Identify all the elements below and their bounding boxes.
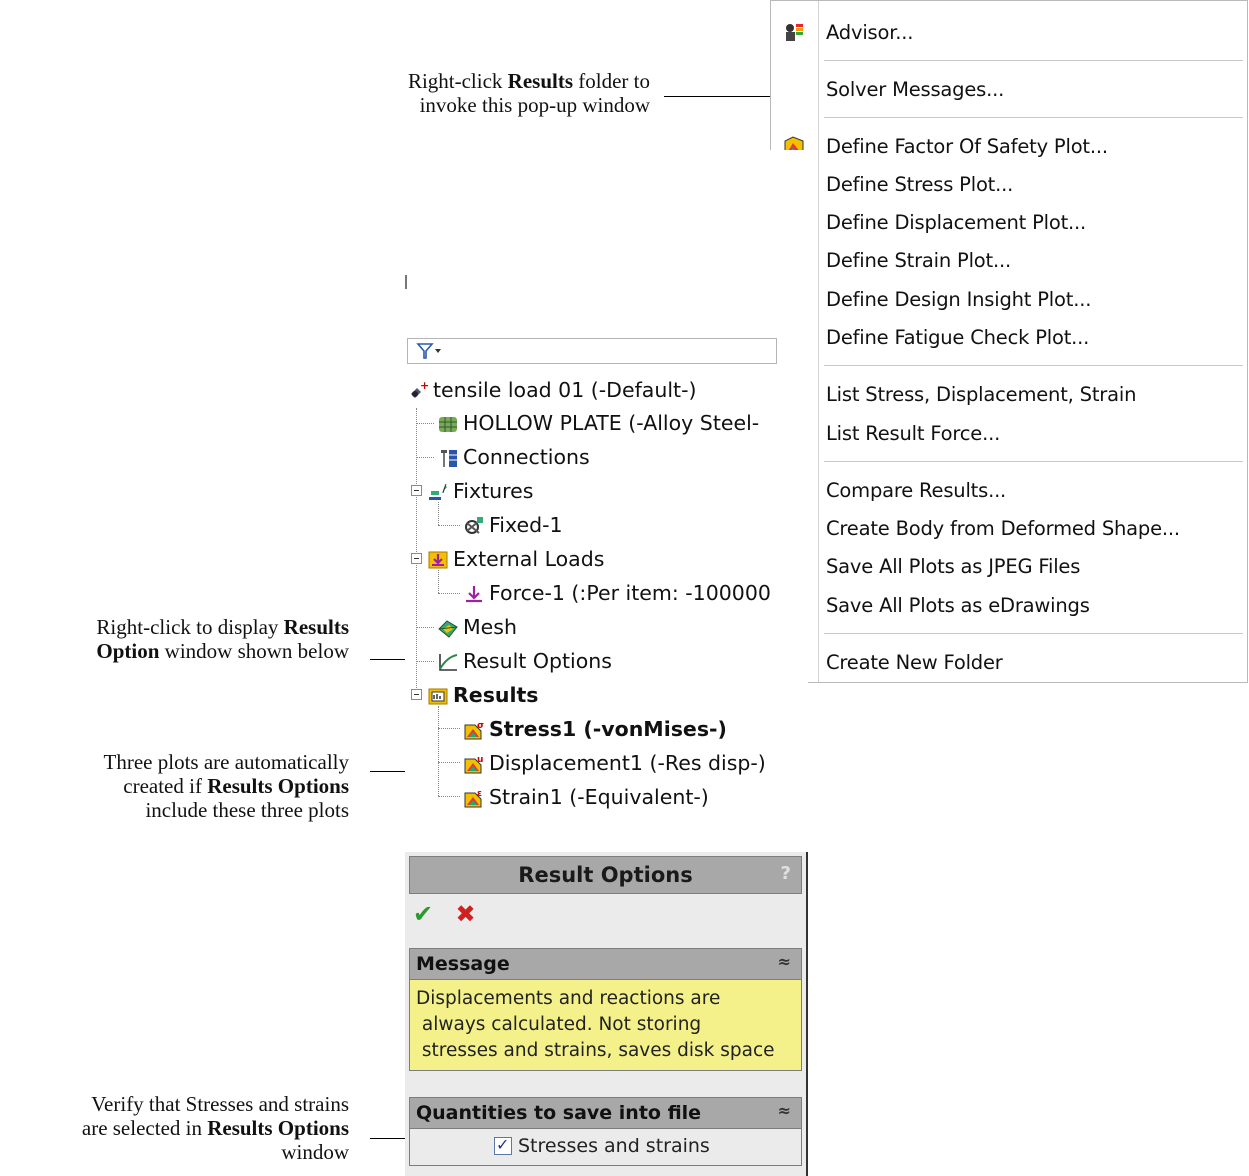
svg-text:σ: σ: [477, 721, 484, 731]
message-group: Message ≈ Displacements and reactions ar…: [409, 948, 802, 1071]
menu-item-create-body-from-deformed-shape[interactable]: Create Body from Deformed Shape...: [771, 509, 1247, 547]
menu-item-define-design-insight-plot[interactable]: Define Design Insight Plot...: [771, 280, 1247, 318]
tree-connector: [416, 627, 434, 628]
confirm-cancel-bar: ✔ ✖: [413, 900, 476, 928]
collapse-external-loads-toggle[interactable]: [411, 553, 422, 564]
collapse-results-toggle[interactable]: [411, 689, 422, 700]
fixtures-icon: [429, 483, 447, 500]
menu-separator: [824, 461, 1243, 462]
results-context-menu: Advisor... Solver Messages... Define Fac…: [770, 0, 1248, 683]
menu-item-define-fatigue-check-plot[interactable]: Define Fatigue Check Plot...: [771, 318, 1247, 356]
annotation-verify-stresses: Verify that Stresses and strains are sel…: [81, 1092, 349, 1164]
strain-plot-icon: ε: [464, 789, 482, 808]
menu-item-solver-messages[interactable]: Solver Messages...: [771, 70, 1247, 108]
stresses-strains-row: Stresses and strains: [410, 1129, 801, 1165]
annotation-leader-3: [370, 771, 410, 772]
force-icon: [466, 586, 482, 603]
filter-icon[interactable]: [416, 342, 444, 360]
menu-item-advisor[interactable]: Advisor...: [771, 13, 1247, 51]
tree-connector: [438, 570, 439, 593]
collapse-fixtures-toggle[interactable]: [411, 485, 422, 496]
tree-connector: [438, 706, 439, 796]
part-icon: [439, 417, 457, 432]
annotation-results-popup: Right-click Results folder to invoke thi…: [407, 69, 650, 117]
menu-item-list-result-force[interactable]: List Result Force...: [771, 414, 1247, 452]
tree-filter-bar[interactable]: [407, 338, 777, 364]
help-icon[interactable]: ?: [781, 863, 791, 884]
ok-check-icon[interactable]: ✔: [413, 900, 433, 928]
stress-plot-icon: σ: [464, 721, 484, 740]
cancel-x-icon[interactable]: ✖: [455, 900, 475, 928]
tree-connector: [438, 502, 439, 525]
menu-item-list-stress-displacement-strain[interactable]: List Stress, Displacement, Strain: [771, 375, 1247, 413]
svg-text:+: +: [420, 380, 429, 392]
simulation-tree-panel: + tensile load 01 (-Default-) HOLLOW PLA…: [405, 150, 808, 818]
results-folder-icon: [428, 688, 448, 705]
menu-item-define-fos-plot[interactable]: Define Factor Of Safety Plot...: [771, 127, 1247, 165]
menu-separator: [824, 117, 1243, 118]
panel-edge-mark: [405, 275, 407, 289]
menu-item-define-stress-plot[interactable]: σ Define Stress Plot...: [771, 165, 1247, 203]
svg-text:u: u: [477, 755, 483, 765]
menu-separator: [824, 633, 1243, 634]
menu-item-define-displacement-plot[interactable]: u Define Displacement Plot...: [771, 203, 1247, 241]
study-icon: +: [411, 380, 429, 398]
result-options-icon: [439, 654, 458, 671]
quantities-group-title: Quantities to save into file: [416, 1102, 702, 1124]
menu-item-define-strain-plot[interactable]: ε Define Strain Plot...: [771, 241, 1247, 279]
stresses-strains-checkbox[interactable]: [494, 1135, 512, 1155]
collapse-chevron-icon[interactable]: ≈: [778, 952, 791, 971]
tree-connector: [438, 593, 460, 594]
tree-connector: [438, 762, 460, 763]
tree-connector: [416, 457, 434, 458]
svg-text:ε: ε: [477, 789, 482, 799]
quantities-group: Quantities to save into file ≈ Stresses …: [409, 1097, 802, 1166]
tree-connector: [416, 661, 434, 662]
menu-item-compare-results[interactable]: Compare Results...: [771, 471, 1247, 509]
panel-title: Result Options: [518, 863, 693, 887]
stresses-strains-label[interactable]: Stresses and strains: [518, 1135, 710, 1157]
message-group-header[interactable]: Message ≈: [410, 949, 801, 980]
message-group-title: Message: [416, 953, 510, 975]
menu-item-save-plots-edrawings[interactable]: Save All Plots as eDrawings: [771, 586, 1247, 624]
collapse-chevron-icon[interactable]: ≈: [778, 1101, 791, 1120]
menu-item-create-new-folder[interactable]: Create New Folder: [771, 643, 1247, 681]
annotation-leader-2: [370, 659, 410, 660]
menu-separator: [824, 365, 1243, 366]
annotation-result-option-window: Right-click to display Results Option wi…: [96, 615, 349, 663]
message-text: Displacements and reactions are always c…: [410, 980, 801, 1070]
tree-connector: [416, 408, 417, 696]
quantities-group-header[interactable]: Quantities to save into file ≈: [410, 1098, 801, 1129]
menu-separator: [824, 60, 1243, 61]
result-options-panel: Result Options ? ✔ ✖ Message ≈ Displacem…: [405, 852, 808, 1176]
external-loads-icon: [428, 551, 448, 569]
panel-header: Result Options ?: [409, 856, 802, 894]
tree-connector: [438, 796, 460, 797]
advisor-icon: [786, 24, 803, 41]
displacement-plot-icon: u: [464, 755, 483, 774]
tree-connector: [416, 423, 434, 424]
tree-connector: [438, 728, 460, 729]
fixed-icon: [465, 517, 483, 534]
mesh-icon: [438, 620, 458, 638]
connections-icon: [441, 450, 457, 467]
tree-connector: [438, 525, 460, 526]
annotation-leader-4: [370, 1138, 410, 1139]
panel-divider: [806, 852, 808, 1176]
annotation-three-plots: Three plots are automatically created if…: [103, 750, 349, 822]
menu-item-save-plots-jpeg[interactable]: Save All Plots as JPEG Files: [771, 547, 1247, 585]
